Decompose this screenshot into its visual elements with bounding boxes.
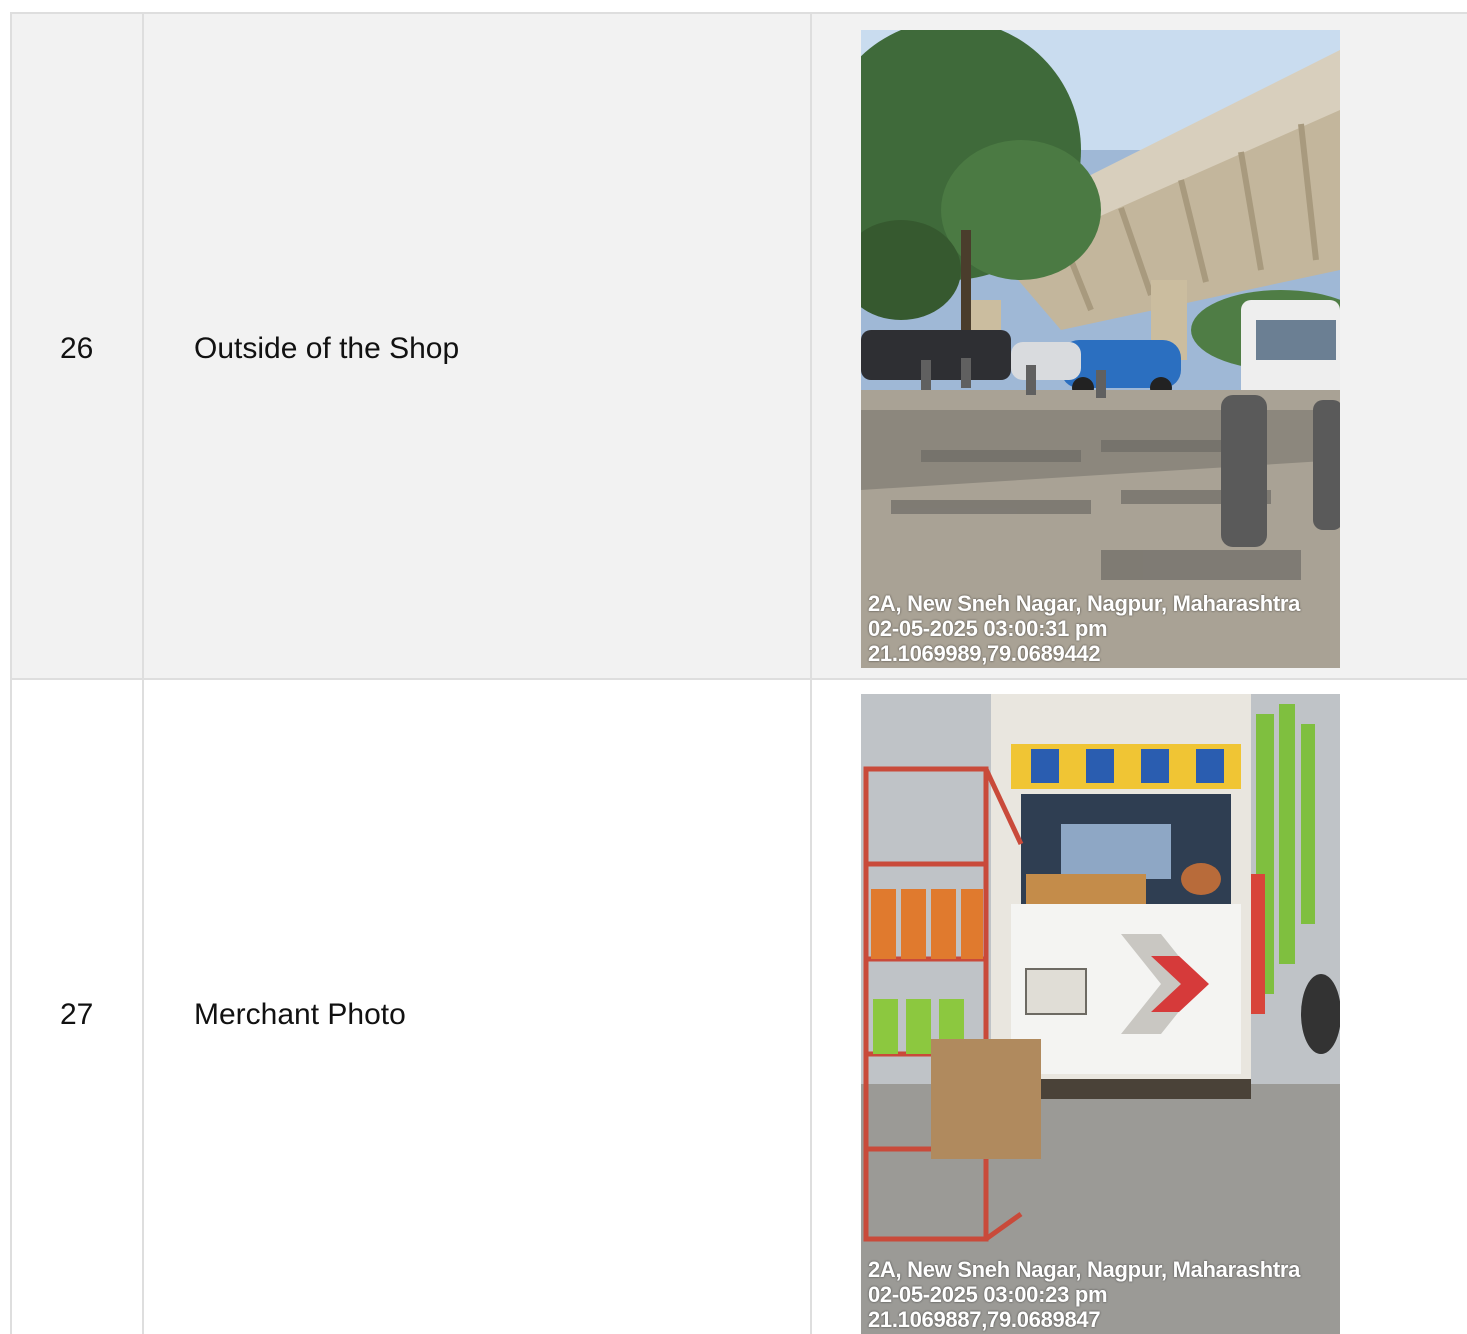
shop-kiosk-photo-icon [861, 694, 1340, 1334]
row-label-cell: Outside of the Shop [144, 14, 812, 678]
stamp-coordinates: 21.1069989,79.0689442 [868, 641, 1101, 666]
row-label: Outside of the Shop [194, 332, 460, 365]
stamp-coordinates: 21.1069887,79.0689847 [868, 1307, 1101, 1332]
stamp-datetime: 02-05-2025 03:00:23 pm [868, 1282, 1108, 1307]
merchant-photo[interactable]: 2A, New Sneh Nagar, Nagpur, Maharashtra … [861, 694, 1340, 1334]
row-number-cell: 27 [12, 680, 144, 1334]
outside-shop-photo[interactable]: 2A, New Sneh Nagar, Nagpur, Maharashtra … [861, 30, 1340, 668]
photo-table: 26 Outside of the Shop 2A, New Sneh Naga… [10, 12, 1467, 1334]
stamp-address: 2A, New Sneh Nagar, Nagpur, Maharashtra [868, 1257, 1301, 1282]
row-number-cell: 26 [12, 14, 144, 678]
row-number: 26 [60, 332, 94, 365]
stamp-address: 2A, New Sneh Nagar, Nagpur, Maharashtra [868, 591, 1301, 616]
stamp-datetime: 02-05-2025 03:00:31 pm [868, 616, 1108, 641]
row-label: Merchant Photo [194, 998, 406, 1031]
photo-geotag-stamp: 2A, New Sneh Nagar, Nagpur, Maharashtra … [868, 591, 1300, 666]
photo-geotag-stamp: 2A, New Sneh Nagar, Nagpur, Maharashtra … [868, 1257, 1300, 1332]
row-label-cell: Merchant Photo [144, 680, 812, 1334]
street-flyover-photo-icon [861, 30, 1340, 668]
table-row: 27 Merchant Photo 2A, New Sneh Nagar, Na… [10, 678, 1467, 1334]
row-number: 27 [60, 998, 94, 1031]
table-row: 26 Outside of the Shop 2A, New Sneh Naga… [10, 12, 1467, 678]
row-photo-cell: 2A, New Sneh Nagar, Nagpur, Maharashtra … [812, 14, 1467, 678]
row-photo-cell: 2A, New Sneh Nagar, Nagpur, Maharashtra … [812, 680, 1467, 1334]
